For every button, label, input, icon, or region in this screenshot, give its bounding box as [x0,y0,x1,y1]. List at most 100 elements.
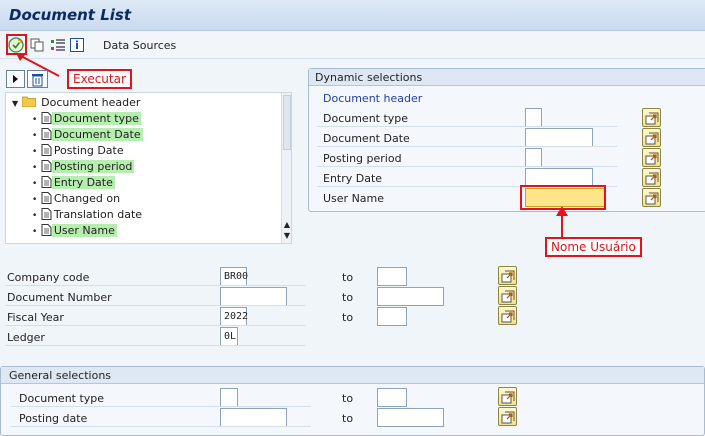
row-divider [317,126,617,127]
field-tree: ▼ Document header • Document type • Docum… [5,92,292,244]
dynamic-group-title: Document header [323,92,423,105]
page-title: Document List [9,6,131,24]
selection-multi-button[interactable] [498,286,517,305]
multiple-selection-icon [501,310,515,323]
info-icon[interactable] [69,37,85,53]
selection-label: Ledger [7,331,45,344]
to-label: to [342,392,354,405]
general-from-input[interactable] [220,408,287,427]
to-label: to [342,291,354,304]
document-icon [41,144,52,156]
to-label: to [342,271,354,284]
selection-from-input[interactable]: 2022 [220,307,248,326]
general-row-label: Posting date [19,412,88,425]
user-name-arrow [556,206,568,239]
selection-from-input[interactable] [220,287,287,306]
multiple-selection-icon [645,132,659,145]
multiple-selection-icon [501,411,515,424]
row-divider [11,426,311,427]
tree-item[interactable]: • Document type [32,112,141,128]
dynamic-row-label: Document Date [323,132,410,145]
selection-from-input[interactable]: 0L [220,327,238,346]
user-name-highlight [520,185,606,210]
tree-item[interactable]: • Posting period [32,160,135,176]
tree-item[interactable]: • Entry Date [32,176,115,192]
selection-to-input[interactable] [377,287,444,306]
general-selections-panel: General selections Document type to Postin… [0,366,705,436]
dynamic-row-label: Document type [323,112,409,125]
document-icon [41,160,52,172]
tree-item[interactable]: • User Name [32,224,117,240]
scroll-down-icon[interactable]: ▼ [282,231,291,240]
general-from-input[interactable] [220,388,238,407]
general-selections-header: General selections [1,367,704,384]
dynamic-selections-header: Dynamic selections [309,69,705,86]
document-icon [41,176,52,188]
dynamic-row-multi-button[interactable] [642,148,661,167]
multiple-selection-icon [501,391,515,404]
selection-to-input[interactable] [377,267,407,286]
delete-button[interactable] [27,70,48,88]
dynamic-row-multi-button[interactable] [642,128,661,147]
selection-label: Company code [7,271,90,284]
row-divider [317,166,617,167]
dynamic-row-label: Entry Date [323,172,383,185]
bullet-icon: • [32,227,38,237]
general-to-input[interactable] [377,408,444,427]
dynamic-row-multi-button[interactable] [642,108,661,127]
tree-item-label: User Name [51,224,117,237]
selection-options-icon[interactable] [50,37,66,53]
dynamic-selections-panel: Dynamic selections Document header Docum… [308,68,705,212]
dynamic-row-multi-button[interactable] [642,168,661,187]
scrollbar-thumb[interactable] [283,95,291,150]
general-multi-button[interactable] [498,387,517,406]
bullet-icon: • [32,179,38,189]
document-icon [41,224,52,236]
tree-item[interactable]: • Changed on [32,192,122,208]
dynamic-row-multi-button[interactable] [642,188,661,207]
folder-icon [21,96,37,108]
scroll-up-icon[interactable]: ▲ [282,220,291,229]
dynamic-row-input[interactable] [525,128,593,147]
dynamic-row-label: User Name [323,192,385,205]
selection-label: Fiscal Year [7,311,64,324]
row-divider [317,146,617,147]
multiple-selection-icon [645,192,659,205]
dynamic-row-input[interactable] [525,108,542,127]
bullet-icon: • [32,211,38,221]
tree-item[interactable]: • Posting Date [32,144,126,160]
selection-from-input[interactable]: BR00 [220,267,248,286]
bullet-icon: • [32,195,38,205]
row-divider [5,325,305,326]
trash-icon [32,74,43,87]
tree-item-label: Document Date [51,128,143,141]
row-divider [5,305,305,306]
row-divider [11,406,311,407]
tree-item-label: Changed on [53,192,121,205]
general-to-input[interactable] [377,388,407,407]
tree-item[interactable]: • Translation date [32,208,144,224]
tree-item-label: Posting Date [53,144,124,157]
copy-icon[interactable] [29,37,45,53]
tree-root[interactable]: ▼ Document header [12,96,142,112]
selection-to-input[interactable] [377,307,407,326]
dynamic-row-input[interactable] [525,148,542,167]
general-multi-button[interactable] [498,407,517,426]
user-name-callout: Nome Usuário [545,237,642,257]
execute-callout: Executar [67,69,132,89]
bullet-icon: • [32,147,38,157]
row-divider [5,285,305,286]
document-icon [41,208,52,220]
bullet-icon: • [32,115,38,125]
selection-multi-button[interactable] [498,266,517,285]
selection-label: Document Number [7,291,112,304]
document-icon [41,112,52,124]
tree-scrollbar[interactable]: ▲ ▼ [281,93,291,243]
document-icon [41,128,52,140]
tree-item-label: Document type [51,112,141,125]
data-sources-button[interactable]: Data Sources [103,39,176,52]
to-label: to [342,311,354,324]
selection-multi-button[interactable] [498,306,517,325]
expand-button[interactable] [6,70,25,88]
tree-item[interactable]: • Document Date [32,128,143,144]
